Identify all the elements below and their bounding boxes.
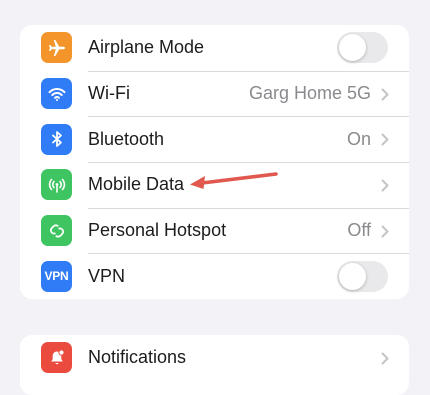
notifications-settings-group: Notifications xyxy=(20,335,409,395)
chevron-right-icon xyxy=(381,133,389,146)
vpn-toggle[interactable] xyxy=(337,260,388,292)
vpn-icon: VPN xyxy=(41,260,72,292)
chevron-right-icon xyxy=(381,225,389,238)
separator xyxy=(88,207,409,209)
separator xyxy=(88,162,409,164)
wifi-row[interactable]: Wi-Fi Garg Home 5G xyxy=(20,70,409,117)
bluetooth-label: Bluetooth xyxy=(88,128,165,149)
wifi-icon xyxy=(41,78,72,110)
separator xyxy=(88,70,409,72)
airplane-mode-toggle[interactable] xyxy=(337,32,388,64)
notifications-icon xyxy=(41,342,72,374)
toggle-knob xyxy=(339,262,366,290)
airplane-mode-label: Airplane Mode xyxy=(88,37,205,58)
separator xyxy=(88,253,409,255)
separator xyxy=(88,116,409,118)
bluetooth-icon xyxy=(41,123,72,155)
vpn-icon-text: VPN xyxy=(44,269,69,284)
chevron-right-icon xyxy=(381,352,389,365)
chevron-right-icon xyxy=(381,179,389,192)
vpn-row[interactable]: VPN VPN xyxy=(20,253,409,299)
hotspot-icon xyxy=(41,215,72,247)
personal-hotspot-row[interactable]: Personal Hotspot Off xyxy=(20,207,409,254)
chevron-right-icon xyxy=(381,88,389,101)
wifi-network-value: Garg Home 5G xyxy=(248,83,371,104)
airplane-icon xyxy=(41,32,72,64)
airplane-mode-row[interactable]: Airplane Mode xyxy=(20,25,409,71)
mobile-data-label: Mobile Data xyxy=(88,174,185,195)
toggle-knob xyxy=(339,34,366,62)
vpn-label: VPN xyxy=(88,265,126,286)
antenna-icon xyxy=(41,169,72,201)
notifications-label: Notifications xyxy=(88,347,187,368)
bluetooth-row[interactable]: Bluetooth On xyxy=(20,116,409,162)
notifications-row[interactable]: Notifications xyxy=(20,335,409,381)
bluetooth-status-value: On xyxy=(346,128,371,149)
annotation-arrow xyxy=(190,172,278,189)
wifi-label: Wi-Fi xyxy=(88,83,130,104)
personal-hotspot-status-value: Off xyxy=(347,220,371,241)
connectivity-settings-group: Airplane Mode Wi-Fi Garg Home 5G Bluetoo… xyxy=(20,25,409,299)
personal-hotspot-label: Personal Hotspot xyxy=(88,220,227,241)
